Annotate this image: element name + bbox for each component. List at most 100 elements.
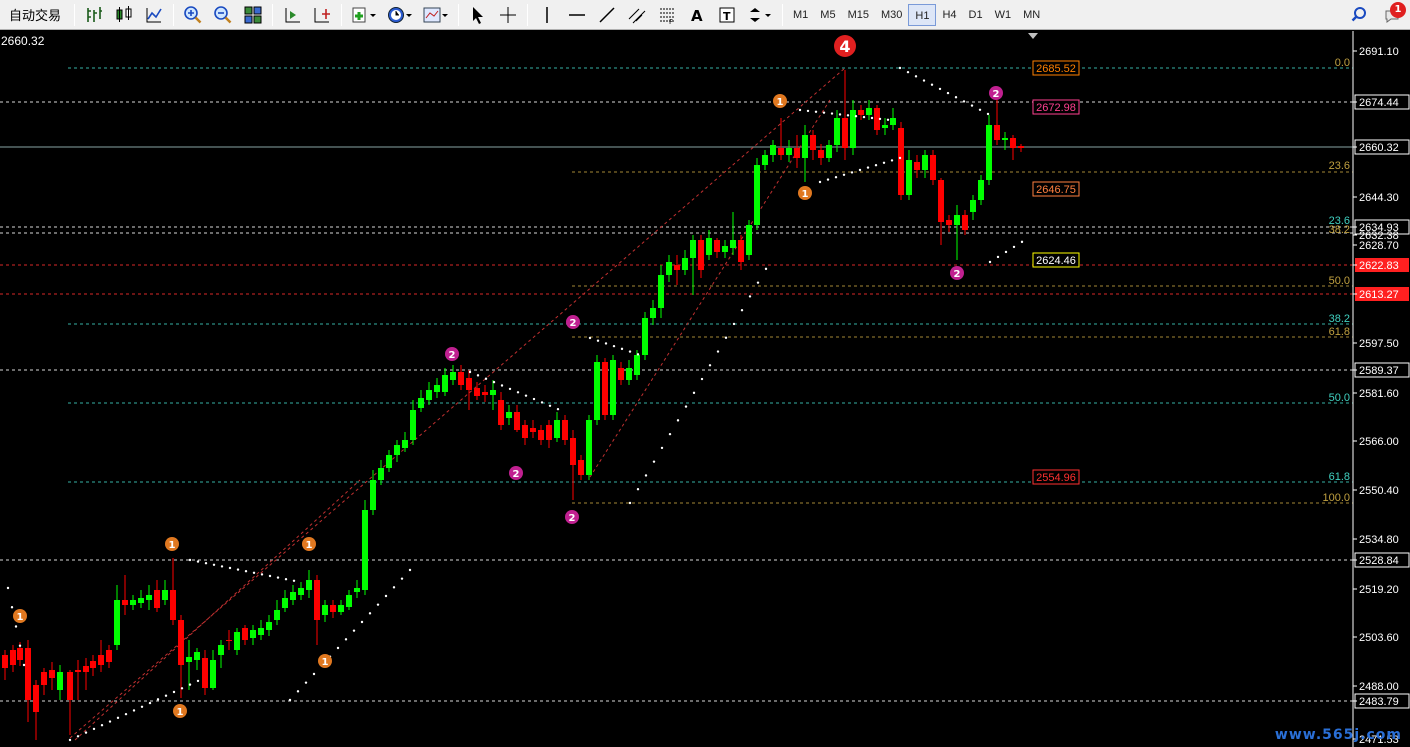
crosshair-icon[interactable] xyxy=(495,2,521,28)
candle-body xyxy=(458,372,464,385)
wave-marker-label: 1 xyxy=(777,97,784,108)
sar-dot xyxy=(108,720,112,723)
autoscroll-icon[interactable] xyxy=(309,2,335,28)
cursor-icon[interactable] xyxy=(465,2,491,28)
wave-marker-label: 1 xyxy=(322,657,329,668)
bearish-candle xyxy=(458,365,464,390)
timeframe-button-m1[interactable]: M1 xyxy=(787,4,814,26)
price-axis-tick: 2581.60 xyxy=(1353,388,1399,400)
sar-dot xyxy=(252,571,256,574)
text-label-icon[interactable]: T xyxy=(714,2,740,28)
sar-dot xyxy=(898,66,902,70)
candle-body xyxy=(57,672,63,690)
sar-dot xyxy=(890,159,894,162)
timeframe-button-h4[interactable]: H4 xyxy=(936,4,962,26)
candle-body xyxy=(762,155,768,165)
fib-level-label: 38.2 xyxy=(1329,224,1350,236)
arrows-icon[interactable] xyxy=(744,2,776,28)
vertical-line-icon[interactable] xyxy=(534,2,560,28)
candle-body xyxy=(498,400,504,425)
bullish-candle xyxy=(234,628,240,655)
sar-dot xyxy=(304,681,308,684)
bullish-candle xyxy=(426,382,432,405)
indicators-icon[interactable] xyxy=(348,2,380,28)
candlestick-icon[interactable] xyxy=(111,2,137,28)
bearish-candle xyxy=(498,392,504,430)
candle-body xyxy=(714,240,720,252)
candle-body xyxy=(666,262,672,275)
bullish-candle xyxy=(282,590,288,612)
candle-body xyxy=(698,240,704,270)
candle-body xyxy=(946,220,952,225)
candle-body xyxy=(778,148,784,155)
sar-dot xyxy=(352,629,356,632)
candle-body xyxy=(834,118,840,145)
sar-dot xyxy=(874,164,878,167)
sar-dot xyxy=(84,731,88,734)
notifications-icon[interactable]: 1 xyxy=(1378,1,1408,28)
bullish-candle xyxy=(610,355,616,420)
bullish-candle xyxy=(298,582,304,600)
sar-dot xyxy=(870,116,874,120)
bullish-candle xyxy=(442,368,448,396)
bearish-candle xyxy=(67,670,73,735)
sar-dot xyxy=(806,109,810,113)
bullish-candle xyxy=(290,585,296,605)
timeframe-button-d1[interactable]: D1 xyxy=(963,4,989,26)
templates-icon[interactable] xyxy=(420,2,452,28)
sar-dot xyxy=(886,118,890,121)
bullish-candle xyxy=(306,570,312,598)
fibonacci-icon[interactable]: F xyxy=(654,2,680,28)
chart-shift-icon[interactable] xyxy=(279,2,305,28)
sar-dot xyxy=(612,344,616,348)
sar-dot xyxy=(22,663,26,667)
autotrade-label: 自动交易 xyxy=(9,8,62,23)
candle-body xyxy=(202,658,208,688)
bullish-candle xyxy=(642,312,648,360)
autotrade-button[interactable]: 自动交易 xyxy=(2,2,68,28)
sar-dot xyxy=(76,735,80,738)
sar-dot xyxy=(500,384,504,387)
candle-body xyxy=(858,110,864,115)
timeframe-button-h1[interactable]: H1 xyxy=(908,3,937,26)
bearish-candle xyxy=(794,135,800,168)
bullish-candle xyxy=(186,640,192,690)
periods-icon[interactable] xyxy=(384,2,416,28)
text-icon[interactable]: A xyxy=(684,2,710,28)
bar-chart-icon[interactable] xyxy=(81,2,107,28)
zoom-in-icon[interactable] xyxy=(180,2,206,28)
timeframe-button-m30[interactable]: M30 xyxy=(875,4,908,26)
price-chart[interactable]: 2691.102674.442660.322644.302634.932632.… xyxy=(0,31,1410,747)
timeframe-button-m15[interactable]: M15 xyxy=(842,4,875,26)
sar-dot xyxy=(724,336,728,339)
trendline-icon[interactable] xyxy=(594,2,620,28)
search-icon[interactable] xyxy=(1348,2,1374,28)
zoom-out-icon[interactable] xyxy=(210,2,236,28)
horizontal-line-icon[interactable] xyxy=(564,2,590,28)
equidistant-channel-icon[interactable] xyxy=(624,2,650,28)
line-chart-icon[interactable] xyxy=(141,2,167,28)
price-annotation-box: 2672.98 xyxy=(1032,99,1080,115)
sar-dot xyxy=(384,594,388,598)
price-axis-tick: 2488.00 xyxy=(1353,681,1399,693)
wave-marker-label: 1 xyxy=(306,540,313,551)
toolbar-separator xyxy=(74,3,76,26)
candle-body xyxy=(394,445,400,455)
sar-dot xyxy=(148,701,152,705)
tile-windows-icon[interactable] xyxy=(240,2,266,28)
toolbar-separator xyxy=(782,3,784,26)
candle-body xyxy=(618,368,624,380)
candle-body xyxy=(41,672,47,685)
price-annotation-box: 2646.75 xyxy=(1032,181,1080,197)
sar-dot xyxy=(360,620,364,624)
candle-body xyxy=(378,468,384,480)
timeframe-button-mn[interactable]: MN xyxy=(1017,4,1046,26)
bullish-candle xyxy=(162,580,168,605)
chart-shift-marker xyxy=(1028,33,1038,39)
sar-dot xyxy=(846,114,850,117)
timeframe-button-m5[interactable]: M5 xyxy=(814,4,841,26)
bullish-candle xyxy=(978,175,984,205)
sar-dot xyxy=(826,178,830,181)
candle-body xyxy=(690,240,696,258)
timeframe-button-w1[interactable]: W1 xyxy=(989,4,1018,26)
